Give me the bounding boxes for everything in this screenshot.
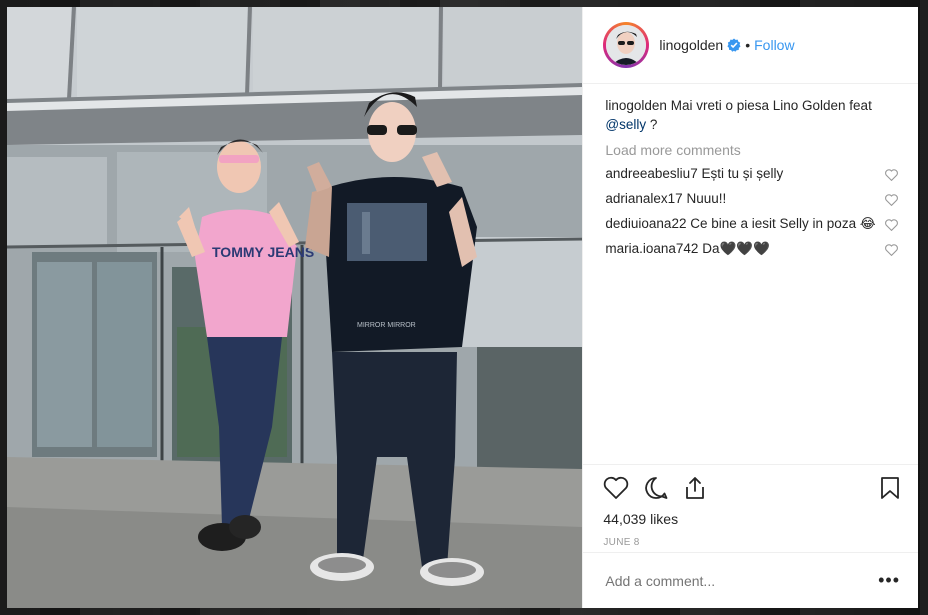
verified-badge-icon: [727, 38, 741, 52]
comment-username[interactable]: dediuioana22: [605, 216, 686, 231]
comment-bubble-icon[interactable]: [643, 475, 669, 501]
likes-count[interactable]: 44,039 likes: [603, 511, 900, 527]
caption-text: Mai vreti o piesa Lino Golden feat: [670, 98, 872, 113]
comment-text: Nuuu!!: [686, 191, 727, 206]
svg-text:TOMMY JEANS: TOMMY JEANS: [212, 244, 314, 260]
comment-username[interactable]: maria.ioana742: [605, 241, 698, 256]
comment-item: adrianalex17 Nuuu!!: [605, 189, 898, 211]
add-comment-input[interactable]: [605, 572, 879, 589]
avatar-image: [606, 25, 647, 65]
comment-username[interactable]: andreeabesliu7: [605, 166, 697, 181]
post-photo: TOMMY JEANS MIRROR MIRROR: [7, 7, 583, 608]
post-caption: linogolden Mai vreti o piesa Lino Golden…: [605, 96, 898, 134]
comment-text: Ești tu și șelly: [701, 166, 784, 181]
caption-mention[interactable]: @selly: [605, 117, 646, 132]
comment-like-heart-icon[interactable]: [885, 192, 898, 211]
post-sidebar: linogolden • Follow linogolden Mai vreti…: [582, 7, 918, 608]
more-options-icon[interactable]: •••: [878, 570, 900, 591]
photo-illustration: TOMMY JEANS MIRROR MIRROR: [7, 7, 583, 608]
caption-end: ?: [649, 117, 658, 132]
post-actions: 44,039 likes JUNE 8: [583, 464, 918, 548]
comment-item: dediuioana22 Ce bine a iesit Selly in po…: [605, 214, 898, 236]
comment-item: maria.ioana742 Da🖤🖤🖤: [605, 239, 898, 261]
comment-text: Ce bine a iesit Selly in poza 😂: [690, 216, 876, 231]
avatar[interactable]: [603, 22, 650, 68]
comment-like-heart-icon[interactable]: [885, 217, 898, 236]
add-comment-bar: •••: [583, 552, 918, 608]
share-icon[interactable]: [683, 475, 707, 501]
comment-like-heart-icon[interactable]: [885, 167, 898, 186]
header-separator: •: [745, 37, 751, 53]
bookmark-icon[interactable]: [880, 476, 900, 500]
post-username[interactable]: linogolden: [659, 37, 723, 53]
action-bar: [603, 465, 900, 511]
comment-username[interactable]: adrianalex17: [605, 191, 682, 206]
svg-text:MIRROR MIRROR: MIRROR MIRROR: [357, 322, 416, 329]
post-modal: TOMMY JEANS MIRROR MIRROR linogolden • F…: [7, 7, 918, 608]
comment-like-heart-icon[interactable]: [885, 242, 898, 261]
heart-icon[interactable]: [603, 476, 629, 500]
comment-item: andreeabesliu7 Ești tu și șelly: [605, 164, 898, 186]
post-header: linogolden • Follow: [583, 7, 918, 84]
comment-text: Da🖤🖤🖤: [702, 241, 770, 256]
caption-username[interactable]: linogolden: [605, 98, 667, 113]
load-more-comments-button[interactable]: Load more comments: [605, 142, 898, 158]
post-date[interactable]: JUNE 8: [603, 537, 900, 548]
follow-button[interactable]: Follow: [754, 37, 794, 53]
